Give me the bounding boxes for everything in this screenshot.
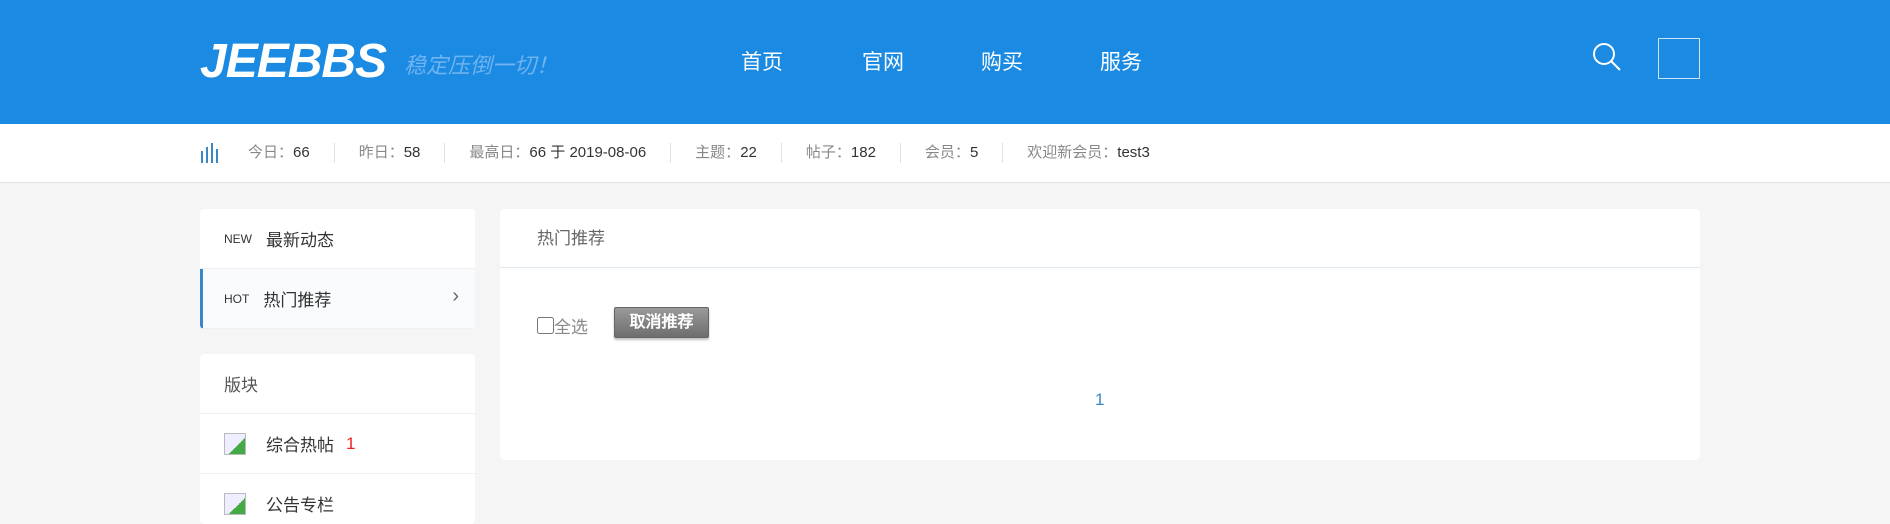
- stat-yesterday: 昨日：58: [333, 143, 445, 163]
- stat-peak: 最高日：66 于 2019-08-06: [444, 143, 670, 163]
- panel-title: 热门推荐: [500, 209, 1700, 268]
- nav-buy[interactable]: 购买: [981, 46, 1023, 76]
- search-icon[interactable]: [1592, 42, 1622, 72]
- nav-official[interactable]: 官网: [862, 46, 904, 76]
- boards-title: 版块: [200, 354, 475, 414]
- board-item[interactable]: 公告专栏: [200, 474, 475, 524]
- stats-bar: 今日：66 昨日：58 最高日：66 于 2019-08-06 主题：22 帖子…: [0, 124, 1890, 183]
- select-all-checkbox[interactable]: [537, 317, 554, 334]
- cancel-recommend-button[interactable]: 取消推荐: [614, 307, 709, 338]
- boards-panel: 版块 综合热帖 1 公告专栏: [200, 354, 475, 524]
- board-image-icon: [224, 432, 246, 455]
- sidebar-item-latest[interactable]: NEW 最新动态: [200, 209, 475, 269]
- slogan: 稳定压倒一切！: [404, 54, 559, 79]
- stat-members: 会员：5: [899, 143, 1002, 163]
- select-all[interactable]: 全选: [537, 313, 588, 338]
- chevron-right-icon: ›: [452, 285, 459, 307]
- main-panel: 热门推荐 全选 取消推荐 1: [500, 209, 1700, 460]
- nav-home[interactable]: 首页: [741, 46, 783, 76]
- pagination-page-1[interactable]: 1: [1095, 390, 1104, 410]
- stat-topics: 主题：22: [670, 143, 781, 163]
- logo[interactable]: JEEBBS: [200, 34, 387, 89]
- stat-posts: 帖子：182: [780, 143, 900, 163]
- top-header: JEEBBS 稳定压倒一切！ 首页 官网 购买 服务: [0, 0, 1890, 124]
- sidebar-item-hot[interactable]: HOT 热门推荐 ›: [200, 269, 475, 329]
- board-image-icon: [224, 492, 246, 515]
- sidebar-nav: NEW 最新动态 HOT 热门推荐 ›: [200, 209, 475, 329]
- select-all-label: 全选: [554, 318, 588, 337]
- user-avatar[interactable]: [1658, 38, 1700, 79]
- stat-new-member: 欢迎新会员：test3: [1002, 143, 1174, 163]
- board-item[interactable]: 综合热帖 1: [200, 414, 475, 474]
- nav-service[interactable]: 服务: [1100, 46, 1142, 76]
- stat-today: 今日：66: [248, 144, 310, 161]
- bar-chart-icon: [201, 143, 218, 163]
